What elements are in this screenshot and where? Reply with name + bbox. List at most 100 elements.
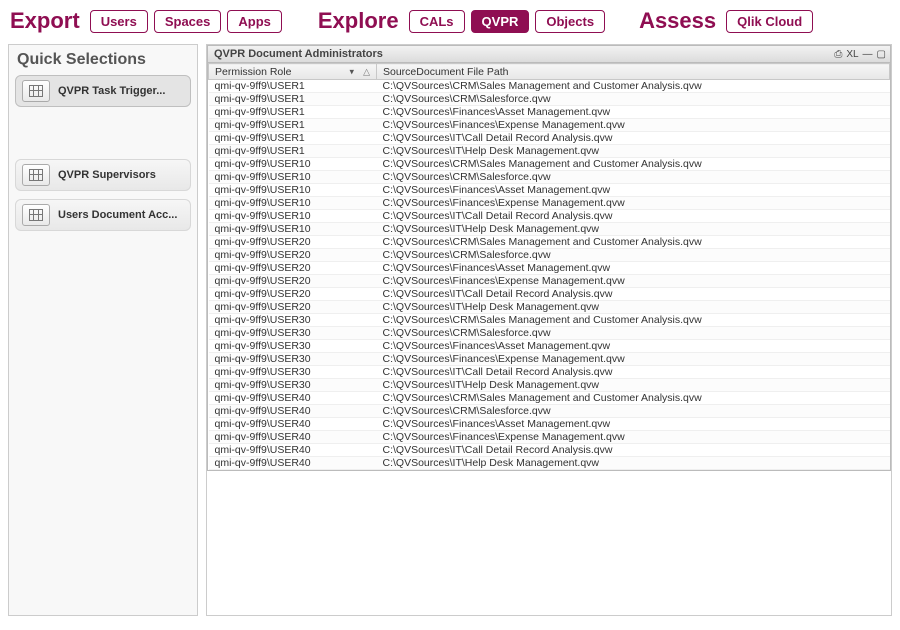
print-icon[interactable]: ⎙ <box>834 49 842 60</box>
cell-permission-role: qmi-qv-9ff9\USER1 <box>209 145 377 158</box>
cell-source-path: C:\QVSources\Finances\Asset Management.q… <box>377 262 890 275</box>
cell-permission-role: qmi-qv-9ff9\USER30 <box>209 340 377 353</box>
cell-source-path: C:\QVSources\IT\Help Desk Management.qvw <box>377 223 890 236</box>
table-row[interactable]: qmi-qv-9ff9\USER40C:\QVSources\CRM\Sales… <box>209 392 890 405</box>
table-row[interactable]: qmi-qv-9ff9\USER10C:\QVSources\CRM\Sales… <box>209 158 890 171</box>
table-grid-icon <box>22 80 50 102</box>
cell-source-path: C:\QVSources\IT\Help Desk Management.qvw <box>377 145 890 158</box>
quick-selection-item[interactable]: QVPR Task Trigger... <box>15 75 191 107</box>
topbar-label-assess: Assess <box>639 8 716 34</box>
column-header-permission-role[interactable]: Permission Role ▾ △ <box>209 64 377 80</box>
cell-source-path: C:\QVSources\IT\Call Detail Record Analy… <box>377 444 890 457</box>
cell-permission-role: qmi-qv-9ff9\USER40 <box>209 457 377 470</box>
table-row[interactable]: qmi-qv-9ff9\USER1C:\QVSources\IT\Help De… <box>209 145 890 158</box>
table-row[interactable]: qmi-qv-9ff9\USER40C:\QVSources\CRM\Sales… <box>209 405 890 418</box>
table-row[interactable]: qmi-qv-9ff9\USER20C:\QVSources\Finances\… <box>209 275 890 288</box>
table-row[interactable]: qmi-qv-9ff9\USER20C:\QVSources\IT\Call D… <box>209 288 890 301</box>
quick-selection-label: QVPR Task Trigger... <box>58 85 165 97</box>
cell-source-path: C:\QVSources\Finances\Expense Management… <box>377 197 890 210</box>
table-grid-icon <box>22 164 50 186</box>
topbar-label-export: Export <box>10 8 80 34</box>
tab-objects[interactable]: Objects <box>535 10 605 33</box>
tab-qvpr[interactable]: QVPR <box>471 10 530 33</box>
cell-source-path: C:\QVSources\IT\Call Detail Record Analy… <box>377 210 890 223</box>
table-row[interactable]: qmi-qv-9ff9\USER30C:\QVSources\IT\Call D… <box>209 366 890 379</box>
cell-permission-role: qmi-qv-9ff9\USER30 <box>209 366 377 379</box>
cell-source-path: C:\QVSources\IT\Help Desk Management.qvw <box>377 457 890 470</box>
cell-permission-role: qmi-qv-9ff9\USER1 <box>209 106 377 119</box>
cell-permission-role: qmi-qv-9ff9\USER20 <box>209 301 377 314</box>
column-menu-icon[interactable]: ▾ <box>349 66 354 77</box>
minimize-icon[interactable]: — <box>863 49 873 60</box>
quick-selections-panel: Quick Selections QVPR Task Trigger...QVP… <box>8 44 198 616</box>
cell-source-path: C:\QVSources\Finances\Expense Management… <box>377 275 890 288</box>
cell-permission-role: qmi-qv-9ff9\USER30 <box>209 327 377 340</box>
table-row[interactable]: qmi-qv-9ff9\USER30C:\QVSources\IT\Help D… <box>209 379 890 392</box>
cell-permission-role: qmi-qv-9ff9\USER20 <box>209 288 377 301</box>
tab-qlik-cloud[interactable]: Qlik Cloud <box>726 10 813 33</box>
table-row[interactable]: qmi-qv-9ff9\USER20C:\QVSources\Finances\… <box>209 262 890 275</box>
tab-users[interactable]: Users <box>90 10 148 33</box>
cell-source-path: C:\QVSources\CRM\Salesforce.qvw <box>377 249 890 262</box>
table-titlebar: QVPR Document Administrators ⎙ XL — ▢ <box>207 45 891 63</box>
cell-source-path: C:\QVSources\Finances\Expense Management… <box>377 353 890 366</box>
cell-source-path: C:\QVSources\CRM\Salesforce.qvw <box>377 171 890 184</box>
cell-permission-role: qmi-qv-9ff9\USER30 <box>209 379 377 392</box>
table-row[interactable]: qmi-qv-9ff9\USER10C:\QVSources\Finances\… <box>209 184 890 197</box>
column-header-source-path[interactable]: SourceDocument File Path <box>377 64 890 80</box>
cell-permission-role: qmi-qv-9ff9\USER1 <box>209 132 377 145</box>
table-row[interactable]: qmi-qv-9ff9\USER10C:\QVSources\IT\Help D… <box>209 223 890 236</box>
table-row[interactable]: qmi-qv-9ff9\USER30C:\QVSources\Finances\… <box>209 353 890 366</box>
cell-source-path: C:\QVSources\CRM\Sales Management and Cu… <box>377 392 890 405</box>
table-row[interactable]: qmi-qv-9ff9\USER1C:\QVSources\CRM\Sales … <box>209 80 890 93</box>
main-panel: QVPR Document Administrators ⎙ XL — ▢ Pe… <box>206 44 892 616</box>
cell-permission-role: qmi-qv-9ff9\USER20 <box>209 275 377 288</box>
tab-cals[interactable]: CALs <box>409 10 465 33</box>
table-row[interactable]: qmi-qv-9ff9\USER1C:\QVSources\Finances\E… <box>209 119 890 132</box>
table-row[interactable]: qmi-qv-9ff9\USER1C:\QVSources\Finances\A… <box>209 106 890 119</box>
table-row[interactable]: qmi-qv-9ff9\USER10C:\QVSources\IT\Call D… <box>209 210 890 223</box>
cell-source-path: C:\QVSources\CRM\Sales Management and Cu… <box>377 158 890 171</box>
table-row[interactable]: qmi-qv-9ff9\USER20C:\QVSources\IT\Help D… <box>209 301 890 314</box>
table-grid-icon <box>22 204 50 226</box>
table-row[interactable]: qmi-qv-9ff9\USER20C:\QVSources\CRM\Sales… <box>209 249 890 262</box>
cell-permission-role: qmi-qv-9ff9\USER30 <box>209 353 377 366</box>
table-row[interactable]: qmi-qv-9ff9\USER10C:\QVSources\CRM\Sales… <box>209 171 890 184</box>
cell-source-path: C:\QVSources\IT\Call Detail Record Analy… <box>377 288 890 301</box>
table-row[interactable]: qmi-qv-9ff9\USER40C:\QVSources\Finances\… <box>209 431 890 444</box>
table-row[interactable]: qmi-qv-9ff9\USER30C:\QVSources\Finances\… <box>209 340 890 353</box>
table-row[interactable]: qmi-qv-9ff9\USER30C:\QVSources\CRM\Sales… <box>209 314 890 327</box>
tab-spaces[interactable]: Spaces <box>154 10 222 33</box>
cell-source-path: C:\QVSources\Finances\Expense Management… <box>377 431 890 444</box>
cell-permission-role: qmi-qv-9ff9\USER40 <box>209 431 377 444</box>
quick-selection-item[interactable]: QVPR Supervisors <box>15 159 191 191</box>
table-row[interactable]: qmi-qv-9ff9\USER20C:\QVSources\CRM\Sales… <box>209 236 890 249</box>
cell-source-path: C:\QVSources\IT\Call Detail Record Analy… <box>377 132 890 145</box>
cell-permission-role: qmi-qv-9ff9\USER30 <box>209 314 377 327</box>
table-row[interactable]: qmi-qv-9ff9\USER10C:\QVSources\Finances\… <box>209 197 890 210</box>
cell-source-path: C:\QVSources\Finances\Expense Management… <box>377 119 890 132</box>
cell-permission-role: qmi-qv-9ff9\USER40 <box>209 405 377 418</box>
cell-source-path: C:\QVSources\CRM\Sales Management and Cu… <box>377 314 890 327</box>
tab-apps[interactable]: Apps <box>227 10 282 33</box>
cell-permission-role: qmi-qv-9ff9\USER1 <box>209 93 377 106</box>
cell-source-path: C:\QVSources\IT\Call Detail Record Analy… <box>377 366 890 379</box>
table-row[interactable]: qmi-qv-9ff9\USER40C:\QVSources\IT\Call D… <box>209 444 890 457</box>
cell-source-path: C:\QVSources\Finances\Asset Management.q… <box>377 418 890 431</box>
cell-permission-role: qmi-qv-9ff9\USER20 <box>209 249 377 262</box>
export-xl-icon[interactable]: XL <box>846 49 858 60</box>
table-row[interactable]: qmi-qv-9ff9\USER1C:\QVSources\CRM\Salesf… <box>209 93 890 106</box>
cell-source-path: C:\QVSources\CRM\Salesforce.qvw <box>377 327 890 340</box>
table-row[interactable]: qmi-qv-9ff9\USER30C:\QVSources\CRM\Sales… <box>209 327 890 340</box>
table-row[interactable]: qmi-qv-9ff9\USER1C:\QVSources\IT\Call De… <box>209 132 890 145</box>
quick-selection-item[interactable]: Users Document Acc... <box>15 199 191 231</box>
cell-permission-role: qmi-qv-9ff9\USER10 <box>209 158 377 171</box>
table-row[interactable]: qmi-qv-9ff9\USER40C:\QVSources\Finances\… <box>209 418 890 431</box>
maximize-icon[interactable]: ▢ <box>877 49 886 60</box>
table-title: QVPR Document Administrators <box>208 48 389 60</box>
sort-asc-icon[interactable]: △ <box>363 66 370 77</box>
topbar: ExportUsersSpacesAppsExploreCALsQVPRObje… <box>0 0 900 44</box>
table-row[interactable]: qmi-qv-9ff9\USER40C:\QVSources\IT\Help D… <box>209 457 890 470</box>
cell-permission-role: qmi-qv-9ff9\USER1 <box>209 119 377 132</box>
cell-source-path: C:\QVSources\CRM\Sales Management and Cu… <box>377 236 890 249</box>
